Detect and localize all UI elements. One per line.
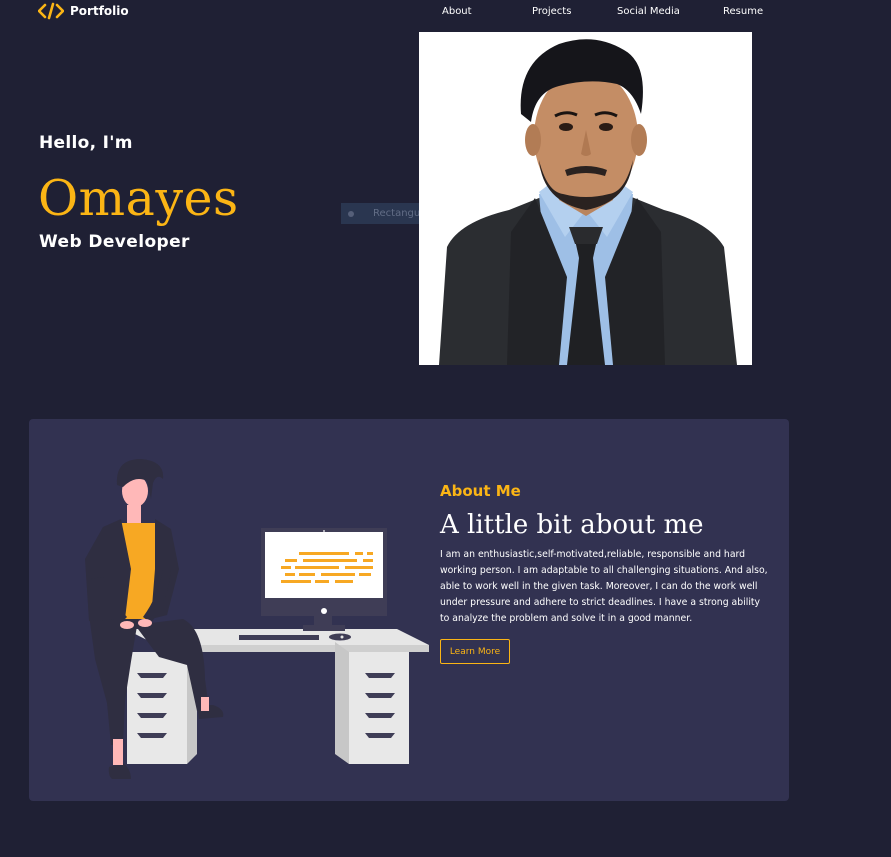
hero-greeting: Hello, I'm <box>39 133 133 153</box>
code-icon <box>38 2 64 20</box>
logo[interactable]: Portfolio <box>38 2 129 20</box>
about-section: About Me A little bit about me I am an e… <box>29 419 789 801</box>
developer-illustration <box>85 459 429 779</box>
navbar: Portfolio About Projects Social Media Re… <box>0 0 891 26</box>
hero-role: Web Developer <box>39 232 190 252</box>
profile-photo-portrait <box>419 32 752 365</box>
nav-link-resume[interactable]: Resume <box>723 6 763 17</box>
nav-link-about[interactable]: About <box>442 6 472 17</box>
learn-more-button[interactable]: Learn More <box>440 639 510 664</box>
profile-photo <box>419 32 752 365</box>
nav-link-social-media[interactable]: Social Media <box>617 6 680 17</box>
snip-dot-icon <box>348 210 354 217</box>
about-title: A little bit about me <box>440 510 704 540</box>
about-description: I am an enthusiastic,self-motivated,reli… <box>440 549 768 624</box>
nav-link-projects[interactable]: Projects <box>532 6 571 17</box>
logo-text: Portfolio <box>70 4 129 18</box>
about-heading: About Me <box>440 482 521 500</box>
hero-name: Omayes <box>38 170 239 227</box>
